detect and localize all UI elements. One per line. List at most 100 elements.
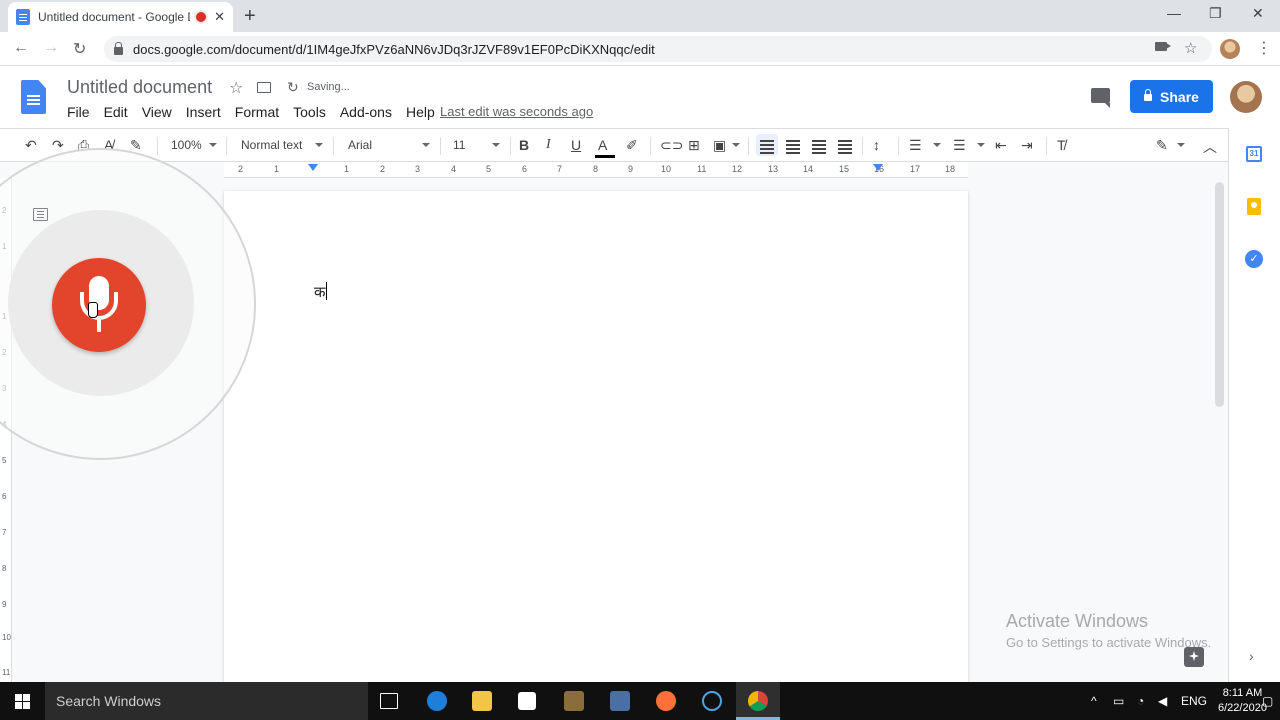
align-right-icon[interactable] [812, 140, 826, 142]
style-select[interactable]: Normal text [241, 138, 302, 152]
edge-icon[interactable] [427, 691, 447, 711]
battery-icon[interactable]: ▭ [1113, 694, 1124, 708]
bold-icon[interactable]: B [519, 137, 529, 153]
explore-icon[interactable] [1184, 647, 1204, 667]
chevron-down-icon[interactable] [732, 143, 740, 147]
task-view-icon[interactable] [380, 693, 398, 709]
document-page[interactable] [224, 191, 968, 682]
chevron-down-icon[interactable] [492, 143, 500, 147]
align-left-button[interactable] [756, 134, 778, 156]
link-icon[interactable]: ⊂⊃ [660, 137, 683, 154]
forward-arrow-icon[interactable]: → [43, 39, 59, 57]
minimize-button[interactable]: — [1167, 5, 1181, 21]
chevron-down-icon[interactable] [209, 143, 217, 147]
firefox-icon[interactable] [656, 691, 676, 711]
left-indent-marker[interactable] [308, 164, 318, 171]
bookmark-star-icon[interactable]: ☆ [1184, 39, 1197, 57]
address-bar[interactable]: docs.google.com/document/d/1IM4geJfxPVz6… [104, 36, 1212, 62]
document-title[interactable]: Untitled document [67, 77, 212, 98]
line-spacing-icon[interactable]: ↕ [873, 137, 880, 153]
menu-help[interactable]: Help [406, 104, 435, 120]
clock-date: 6/22/2020 [1218, 702, 1267, 714]
chrome-profile-avatar[interactable] [1220, 39, 1240, 59]
chevron-down-icon[interactable] [1177, 143, 1185, 147]
right-indent-marker[interactable] [873, 164, 883, 171]
italic-icon[interactable]: I [546, 137, 551, 153]
zoom-select[interactable]: 100% [171, 138, 202, 152]
app-icon[interactable] [564, 691, 584, 711]
taskbar-clock[interactable]: 8:11 AM 6/22/2020 [1218, 686, 1267, 716]
insert-comment-icon[interactable]: ⊞ [688, 137, 700, 154]
toolbar-divider [510, 137, 511, 155]
chevron-up-icon[interactable]: ^ [1091, 694, 1097, 708]
new-tab-button[interactable]: + [244, 5, 256, 28]
menu-view[interactable]: View [142, 104, 172, 120]
numbered-list-icon[interactable]: ☰ [909, 137, 922, 154]
volume-icon[interactable]: ◀ [1158, 694, 1167, 708]
window-close-button[interactable]: ✕ [1252, 5, 1264, 22]
camera-icon[interactable] [1155, 42, 1171, 51]
language-indicator[interactable]: ENG [1181, 694, 1207, 708]
tab-close-icon[interactable]: ✕ [214, 9, 225, 25]
notifications-icon[interactable]: ▢ [1262, 694, 1273, 708]
wifi-icon[interactable]: ◔ [1137, 694, 1144, 708]
back-arrow-icon[interactable]: ← [13, 39, 29, 57]
collapse-menus-icon[interactable]: ︿ [1203, 137, 1217, 157]
menu-tools[interactable]: Tools [293, 104, 326, 120]
file-explorer-icon[interactable] [472, 691, 492, 711]
insert-image-icon[interactable]: ▣ [713, 137, 726, 154]
windows-start-icon[interactable] [15, 694, 30, 709]
toolbar-divider [226, 137, 227, 155]
document-outline-icon[interactable] [33, 208, 48, 221]
font-select[interactable]: Arial [348, 138, 372, 152]
keep-icon[interactable] [1247, 198, 1261, 215]
star-icon[interactable]: ☆ [229, 78, 243, 98]
menu-insert[interactable]: Insert [186, 104, 221, 120]
last-edit-link[interactable]: Last edit was seconds ago [440, 104, 593, 119]
comment-history-icon[interactable] [1091, 88, 1110, 108]
ruler-mark: 12 [732, 164, 743, 174]
bulleted-list-icon[interactable]: ☰ [953, 137, 966, 154]
menu-format[interactable]: Format [235, 104, 279, 120]
chevron-down-icon[interactable] [315, 143, 323, 147]
calendar-icon[interactable]: 31 [1246, 146, 1262, 162]
chevron-down-icon[interactable] [422, 143, 430, 147]
text-color-icon[interactable]: A [598, 137, 607, 153]
move-folder-icon[interactable] [257, 82, 271, 93]
decrease-indent-icon[interactable]: ⇤ [995, 137, 1007, 154]
reload-icon[interactable]: ↻ [73, 39, 86, 59]
align-center-icon[interactable] [786, 140, 800, 142]
account-avatar[interactable] [1230, 81, 1262, 113]
menu-edit[interactable]: Edit [104, 104, 128, 120]
tasks-icon[interactable]: ✓ [1245, 250, 1263, 268]
store-icon[interactable] [518, 692, 536, 710]
justify-icon[interactable] [838, 140, 852, 142]
chevron-right-icon[interactable]: › [1249, 648, 1254, 664]
share-button[interactable]: Share [1130, 80, 1213, 113]
docs-logo-icon[interactable] [21, 80, 46, 114]
increase-indent-icon[interactable]: ⇥ [1021, 137, 1033, 154]
font-size-select[interactable]: 11 [453, 138, 465, 152]
undo-icon[interactable]: ↶ [25, 137, 37, 154]
chevron-down-icon[interactable] [933, 143, 941, 147]
menu-addons[interactable]: Add-ons [340, 104, 392, 120]
cortana-icon[interactable] [702, 691, 722, 711]
horizontal-ruler[interactable]: 2 1 1 2 3 4 5 6 7 8 9 10 11 12 13 14 15 … [224, 162, 968, 178]
redo-icon[interactable]: ↷ [52, 137, 64, 154]
clear-formatting-icon[interactable]: T̸ [1057, 137, 1066, 153]
chevron-down-icon[interactable] [977, 143, 985, 147]
ruler-mark: 1 [274, 164, 280, 174]
vertical-scrollbar[interactable] [1215, 182, 1224, 407]
underline-icon[interactable]: U [571, 137, 581, 153]
ruler-mark: 7 [2, 528, 7, 537]
editing-mode-icon[interactable]: ✎ [1156, 137, 1168, 154]
chrome-icon[interactable] [748, 691, 768, 711]
app-icon[interactable] [610, 691, 630, 711]
browser-tab[interactable]: Untitled document - Google Docs ✕ [8, 2, 233, 32]
highlight-icon[interactable]: ✐ [626, 137, 638, 154]
document-text[interactable]: क [314, 282, 326, 302]
taskbar-search-box[interactable]: Search Windows [45, 682, 368, 720]
restore-button[interactable]: ❐ [1209, 5, 1222, 22]
menu-file[interactable]: File [67, 104, 90, 120]
chrome-menu-icon[interactable]: ⋮ [1256, 38, 1272, 58]
